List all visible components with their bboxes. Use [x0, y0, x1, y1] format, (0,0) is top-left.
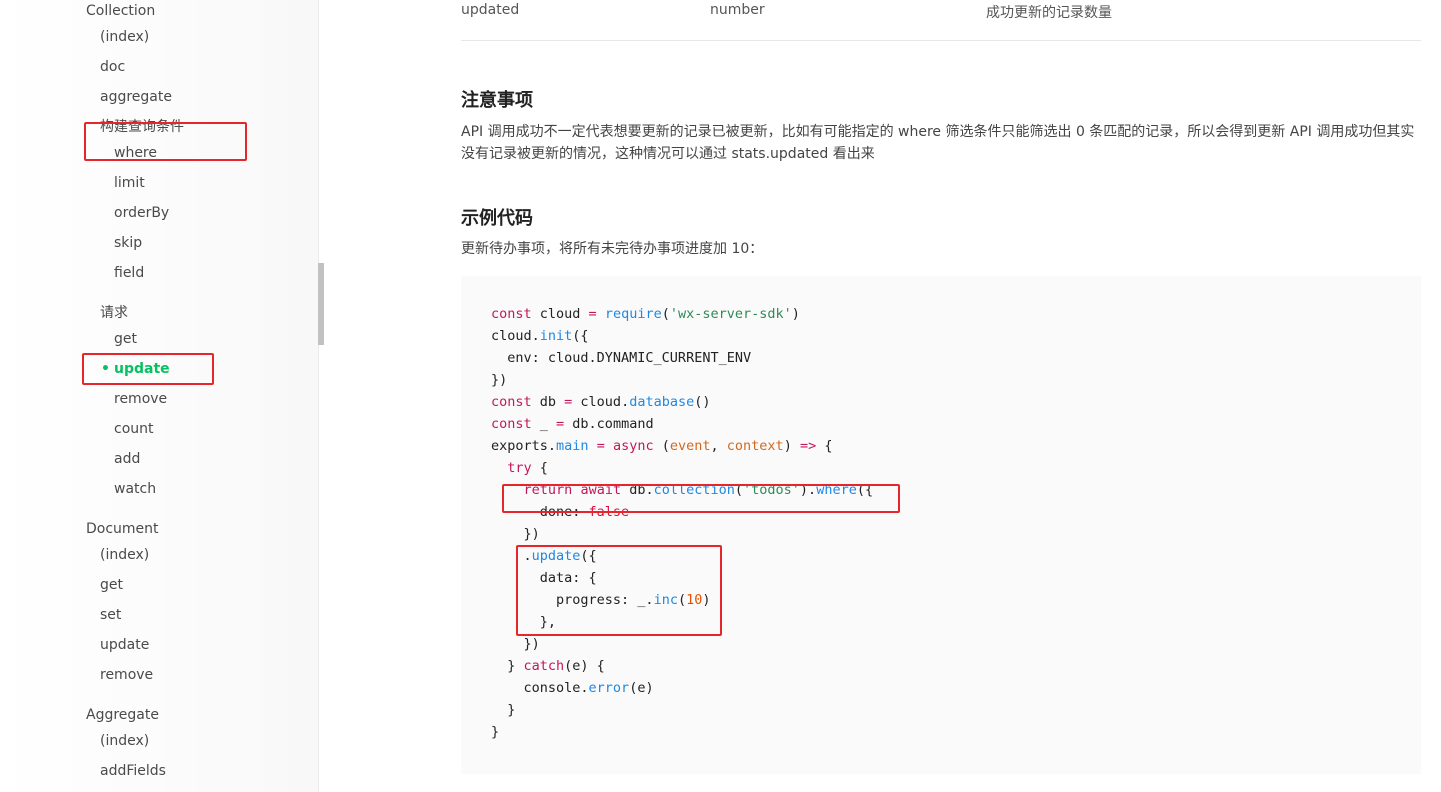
sidebar-item-doc-get[interactable]: get	[100, 575, 123, 595]
code-block: const cloud = require('wx-server-sdk') c…	[461, 276, 1421, 774]
sidebar-item-remove[interactable]: remove	[114, 389, 167, 409]
sidebar-item-doc-update[interactable]: update	[100, 635, 149, 655]
example-description: 更新待办事项，将所有未完待办事项进度加 10：	[461, 241, 764, 257]
sidebar-divider	[318, 0, 319, 792]
sidebar-nav: Collection (index) doc aggregate 构建查询条件 …	[0, 0, 318, 792]
main-content: updated number 成功更新的记录数量 注意事项 API 调用成功不一…	[325, 0, 1441, 792]
notes-paragraph: API 调用成功不一定代表想要更新的记录已被更新，比如有可能指定的 where …	[461, 124, 1415, 162]
sidebar-item-get[interactable]: get	[114, 329, 137, 349]
notes-heading: 注意事项	[461, 90, 533, 111]
sidebar-group-request: 请求	[100, 305, 128, 321]
active-bullet-icon: •	[101, 361, 110, 377]
code-content: const cloud = require('wx-server-sdk') c…	[491, 306, 874, 740]
sidebar-item-label: update	[114, 361, 170, 377]
sidebar-item-count[interactable]: count	[114, 419, 154, 439]
sidebar-item-watch[interactable]: watch	[114, 479, 156, 499]
sidebar-item-add[interactable]: add	[114, 449, 140, 469]
sidebar-scrollbar[interactable]	[318, 263, 324, 345]
table-cell-name: updated	[461, 2, 520, 18]
table-row: updated number 成功更新的记录数量	[461, 1, 1421, 41]
sidebar-item-update-active[interactable]: • update	[101, 359, 170, 379]
sidebar-group-query: 构建查询条件	[100, 119, 184, 135]
sidebar-section-collection[interactable]: Collection	[86, 1, 155, 21]
table-cell-desc: 成功更新的记录数量	[986, 5, 1112, 21]
sidebar-item-index[interactable]: (index)	[100, 27, 149, 47]
example-heading: 示例代码	[461, 208, 533, 229]
sidebar-item-doc-set[interactable]: set	[100, 605, 121, 625]
sidebar-item-field[interactable]: field	[114, 263, 144, 283]
sidebar-item-doc-index[interactable]: (index)	[100, 545, 149, 565]
sidebar-section-aggregate[interactable]: Aggregate	[86, 705, 159, 725]
sidebar-item-addfields[interactable]: addFields	[100, 761, 166, 781]
sidebar-item-limit[interactable]: limit	[114, 173, 145, 193]
sidebar-item-doc[interactable]: doc	[100, 57, 125, 77]
sidebar-item-doc-remove[interactable]: remove	[100, 665, 153, 685]
sidebar-item-where[interactable]: where	[114, 143, 157, 163]
sidebar-item-aggregate[interactable]: aggregate	[100, 87, 172, 107]
sidebar-item-skip[interactable]: skip	[114, 233, 142, 253]
sidebar-section-document[interactable]: Document	[86, 519, 159, 539]
table-cell-type: number	[710, 2, 765, 18]
sidebar-item-orderby[interactable]: orderBy	[114, 203, 169, 223]
sidebar-item-agg-index[interactable]: (index)	[100, 731, 149, 751]
